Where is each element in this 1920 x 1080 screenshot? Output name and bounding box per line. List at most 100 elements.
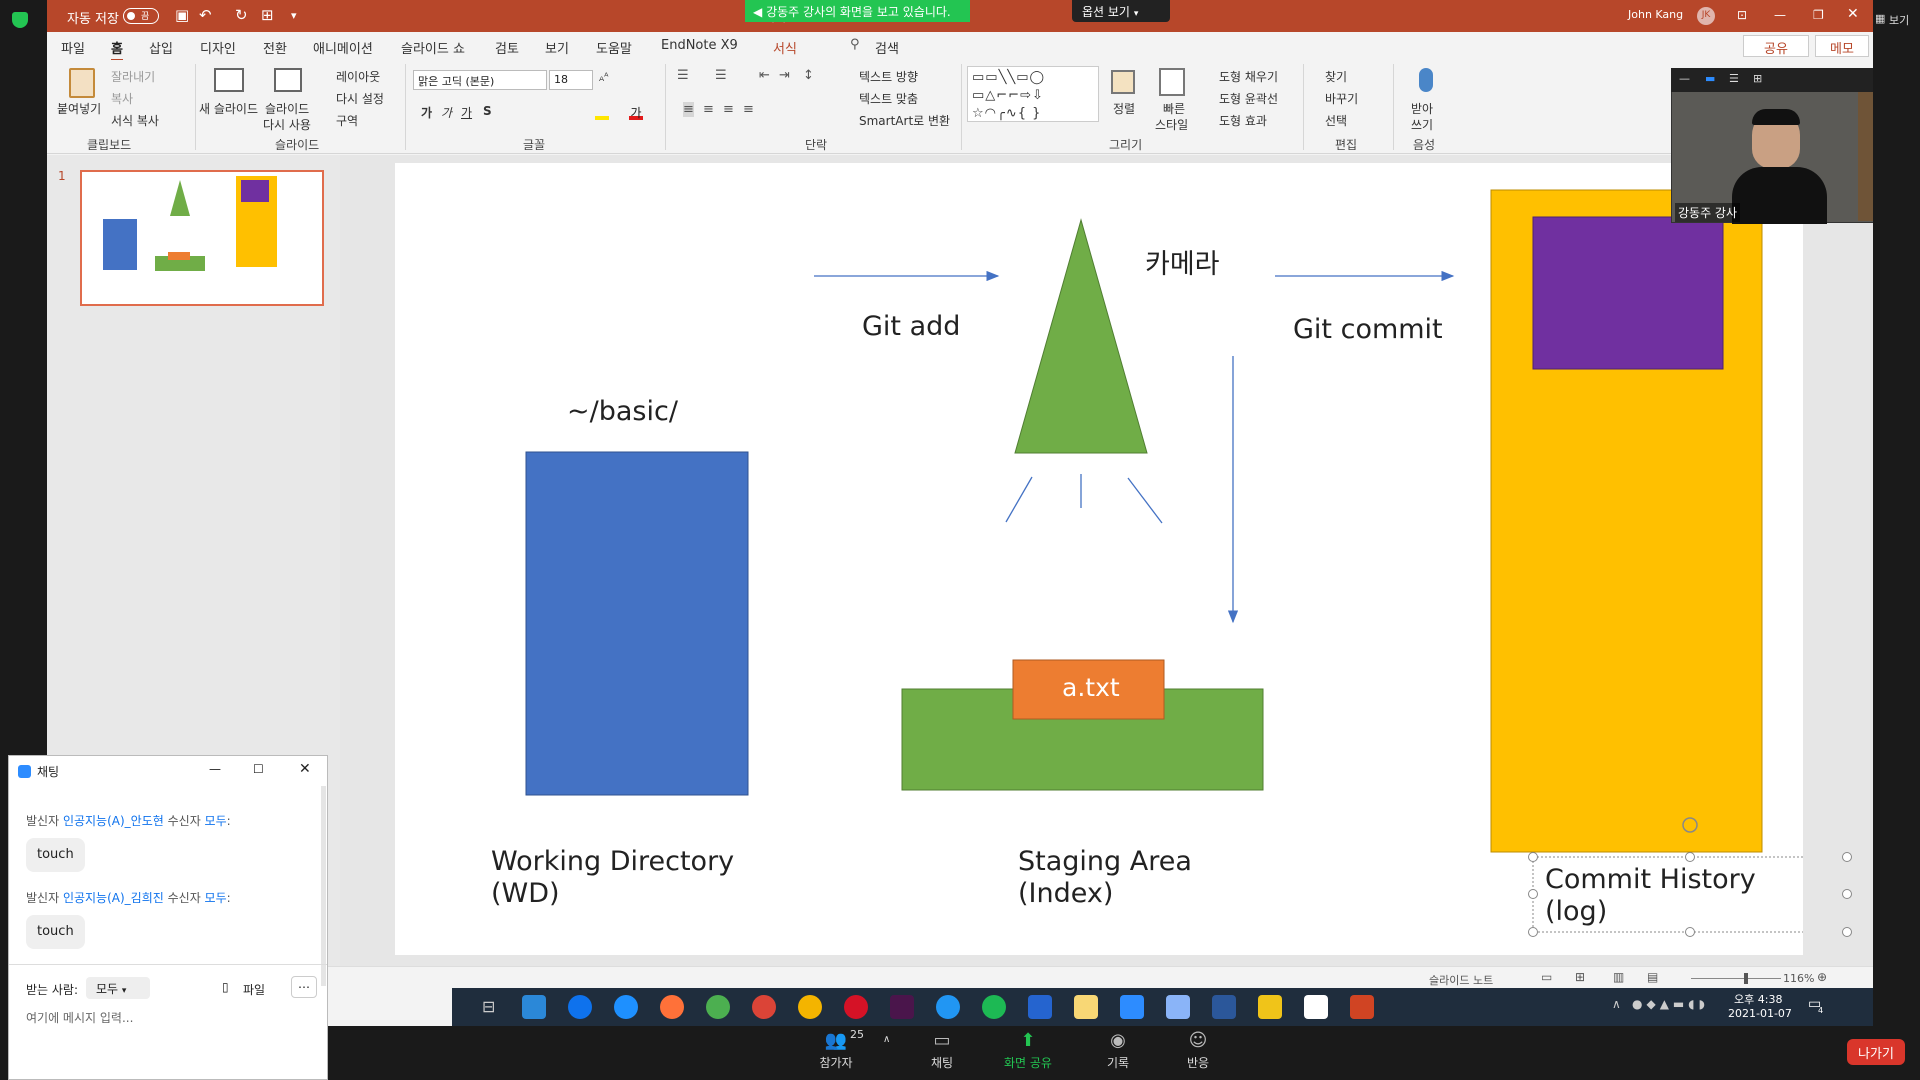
- new-slide-icon[interactable]: [214, 68, 244, 92]
- reuse-slides-icon[interactable]: [274, 68, 302, 92]
- clock-time[interactable]: 오후 4:38: [1734, 991, 1782, 1007]
- zoom-slider-thumb[interactable]: [1744, 973, 1748, 984]
- reactions-button[interactable]: ☺ 반응: [1178, 1030, 1218, 1071]
- cam-strip-icon[interactable]: ☰: [1729, 72, 1739, 85]
- tray-icons[interactable]: ●◆▲▬◖◗: [1632, 997, 1709, 1011]
- select-button[interactable]: 선택: [1325, 112, 1347, 129]
- tab-help[interactable]: 도움말: [596, 38, 632, 57]
- align-left-icon[interactable]: ≡: [683, 102, 694, 117]
- resize-handle[interactable]: [1685, 852, 1695, 862]
- microphone-icon[interactable]: [1419, 68, 1433, 92]
- font-size-select[interactable]: 18: [549, 70, 593, 90]
- notes-button[interactable]: 슬라이드 노트: [1429, 972, 1493, 988]
- smartart-button[interactable]: SmartArt로 변환: [859, 112, 950, 129]
- file-icon[interactable]: ▯: [222, 980, 229, 994]
- chat-message[interactable]: touch: [26, 838, 85, 872]
- chat-sender-name[interactable]: 인공지능(A)_안도현: [63, 814, 164, 828]
- tray-chevron-icon[interactable]: ∧: [1612, 997, 1621, 1011]
- app-icon[interactable]: [522, 995, 546, 1019]
- app-icon[interactable]: [1258, 995, 1282, 1019]
- zoom-security-icon[interactable]: [12, 12, 28, 28]
- camera-label[interactable]: 카메라: [1145, 249, 1220, 281]
- shapes-gallery[interactable]: ▭▭╲╲▭◯ ▭△⌐⌐⇨⇩ ☆◠╭∿{ }: [967, 66, 1099, 122]
- commit-label-line1[interactable]: Commit History: [1545, 864, 1756, 896]
- camera-triangle[interactable]: [1014, 218, 1148, 454]
- record-button[interactable]: ◉ 기록: [1098, 1030, 1138, 1071]
- line-spacing-icon[interactable]: ↕: [803, 68, 814, 83]
- share-screen-button[interactable]: ⬆ 화면 공유: [1000, 1030, 1056, 1071]
- layout-button[interactable]: 레이아웃: [336, 68, 380, 85]
- find-button[interactable]: 찾기: [1325, 68, 1347, 85]
- clock-date[interactable]: 2021-01-07: [1728, 1007, 1792, 1020]
- firefox-icon[interactable]: [660, 995, 684, 1019]
- format-painter-button[interactable]: 서식 복사: [111, 112, 159, 129]
- align-center-icon[interactable]: ≡: [703, 102, 714, 117]
- memo-button[interactable]: 메모: [1815, 35, 1869, 57]
- normal-view-icon[interactable]: ▭: [1541, 970, 1552, 984]
- section-button[interactable]: 구역: [336, 112, 358, 129]
- tab-endnote[interactable]: EndNote X9: [661, 38, 738, 53]
- customize-icon[interactable]: ▾: [291, 9, 297, 22]
- underline-icon[interactable]: 가: [461, 104, 472, 121]
- save-icon[interactable]: ▣: [175, 6, 189, 24]
- git-commit-label[interactable]: Git commit: [1293, 314, 1443, 346]
- numbering-icon[interactable]: ☰: [715, 68, 727, 83]
- slack-icon[interactable]: [890, 995, 914, 1019]
- quick-styles-line2[interactable]: 스타일: [1155, 116, 1188, 133]
- working-directory-rect[interactable]: [525, 451, 749, 796]
- italic-icon[interactable]: 가: [441, 104, 452, 121]
- app-icon[interactable]: [568, 995, 592, 1019]
- minimize-icon[interactable]: —: [1774, 8, 1786, 22]
- chat-file-button[interactable]: 파일: [243, 981, 265, 998]
- wd-label-line1[interactable]: Working Directory: [491, 846, 734, 878]
- redo-icon[interactable]: ↻: [235, 6, 248, 24]
- chat-receiver-name[interactable]: 모두: [205, 891, 227, 905]
- slide-sorter-icon[interactable]: ⊞: [1575, 970, 1585, 984]
- slideshow-icon[interactable]: ▤: [1647, 970, 1658, 984]
- app-icon[interactable]: [936, 995, 960, 1019]
- text-direction-button[interactable]: 텍스트 방향: [859, 68, 918, 85]
- fit-slide-icon[interactable]: ⊕: [1817, 970, 1827, 984]
- chat-to-select[interactable]: 모두 ▾: [86, 977, 150, 999]
- task-view-icon[interactable]: ⊟: [482, 997, 495, 1016]
- explorer-icon[interactable]: [1074, 995, 1098, 1019]
- app-icon[interactable]: [1166, 995, 1190, 1019]
- reset-button[interactable]: 다시 설정: [336, 90, 384, 107]
- shape-fill-button[interactable]: 도형 채우기: [1219, 68, 1278, 85]
- shape-outline-button[interactable]: 도형 윤곽선: [1219, 90, 1278, 107]
- reuse-slides-line2[interactable]: 다시 사용: [263, 116, 311, 133]
- undo-icon[interactable]: ↶: [199, 6, 212, 24]
- edge-icon[interactable]: [614, 995, 638, 1019]
- git-add-label[interactable]: Git add: [862, 311, 960, 343]
- chat-close-icon[interactable]: ✕: [299, 761, 311, 777]
- font-name-select[interactable]: 맑은 고딕 (본문): [413, 70, 547, 90]
- increase-indent-icon[interactable]: ⇥: [779, 68, 790, 83]
- quick-styles-icon[interactable]: [1159, 68, 1185, 96]
- cam-minimize-icon[interactable]: —: [1679, 72, 1690, 85]
- tab-format[interactable]: 서식: [773, 38, 797, 57]
- search-label[interactable]: 검색: [875, 38, 899, 57]
- todo-icon[interactable]: [1028, 995, 1052, 1019]
- paste-icon[interactable]: [69, 68, 95, 98]
- present-icon[interactable]: ⊞: [261, 6, 274, 24]
- new-slide-button[interactable]: 새 슬라이드: [199, 100, 258, 117]
- font-grow-icon[interactable]: ᴬᴬ: [599, 72, 608, 88]
- bullets-icon[interactable]: ☰: [677, 68, 689, 83]
- cam-speaker-view-icon[interactable]: ▬: [1705, 72, 1715, 85]
- search-icon[interactable]: ⚲: [850, 37, 860, 52]
- decrease-indent-icon[interactable]: ⇤: [759, 68, 770, 83]
- file-label[interactable]: a.txt: [1062, 673, 1120, 703]
- chat-minimize-icon[interactable]: —: [209, 762, 221, 776]
- justify-icon[interactable]: ≡: [743, 102, 754, 117]
- resize-handle[interactable]: [1842, 927, 1852, 937]
- replace-button[interactable]: 바꾸기: [1325, 90, 1358, 107]
- restore-icon[interactable]: ❐: [1813, 8, 1824, 22]
- spotify-icon[interactable]: [982, 995, 1006, 1019]
- word-icon[interactable]: [1212, 995, 1236, 1019]
- chrome-icon[interactable]: [752, 995, 776, 1019]
- leave-button[interactable]: 나가기: [1847, 1039, 1905, 1065]
- resize-handle[interactable]: [1842, 889, 1852, 899]
- participants-chevron-icon[interactable]: ∧: [883, 1034, 890, 1045]
- bold-icon[interactable]: 가: [421, 104, 432, 121]
- app-icon[interactable]: [1304, 995, 1328, 1019]
